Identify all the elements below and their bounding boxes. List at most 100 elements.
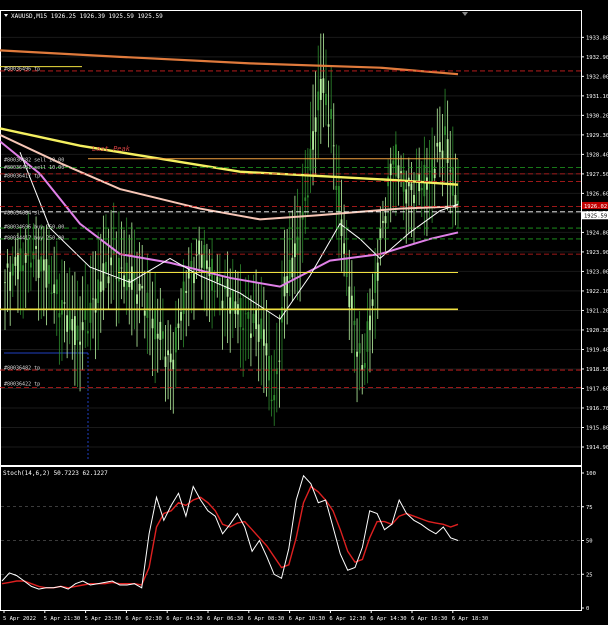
candle-body: [55, 279, 58, 295]
candle-body: [37, 259, 40, 278]
candle-body: [79, 341, 81, 345]
candle-body: [32, 251, 35, 260]
candle-body: [151, 318, 154, 329]
time-label: 6 Apr 14:30: [370, 616, 406, 622]
candle-body: [86, 331, 89, 334]
price-label: 1928.40: [586, 152, 608, 158]
candle-body: [84, 309, 87, 320]
collapse-triangle-icon[interactable]: [4, 14, 8, 17]
price-label: 1930.20: [586, 113, 608, 119]
candle-body: [76, 325, 79, 341]
candle-body: [231, 289, 234, 312]
price-label: 1929.30: [586, 133, 608, 139]
candle-body: [255, 309, 257, 330]
candle-body: [190, 260, 193, 268]
candle-body: [288, 259, 291, 280]
candle-body: [193, 273, 195, 284]
time-label: 6 Apr 10:30: [289, 616, 325, 622]
price-label: 1931.10: [586, 94, 608, 100]
candle-body: [154, 308, 157, 340]
candle-body: [420, 188, 423, 191]
candle-body: [141, 285, 144, 289]
order-label: #80036481 sell 10.00: [4, 165, 64, 171]
candle-body: [423, 164, 426, 197]
price-label: 1926.60: [586, 191, 608, 197]
price-label: 1923.90: [586, 250, 608, 256]
candle-body: [50, 292, 53, 294]
chart-shift-marker[interactable]: [462, 12, 468, 16]
candle-body: [317, 91, 320, 111]
candle-body: [428, 170, 431, 173]
price-label: 1916.70: [586, 406, 608, 412]
candle-body: [174, 327, 177, 353]
time-label: 5 Apr 23:30: [85, 616, 121, 622]
price-label: 1922.10: [586, 289, 608, 295]
candle-body: [216, 276, 219, 282]
stoch-chart-frame: [0, 466, 582, 611]
candle-body: [40, 256, 43, 272]
candle-body: [273, 395, 276, 401]
last-peak-annotation: Last Peak: [92, 145, 131, 153]
candle-body: [356, 351, 358, 357]
candle-body: [89, 302, 92, 323]
candle-body: [384, 216, 387, 224]
candle-body: [314, 117, 317, 132]
price-label: 1915.80: [586, 425, 608, 431]
candle-body: [286, 276, 289, 293]
candle-body: [206, 260, 208, 269]
candle-body: [159, 321, 162, 340]
candle-body: [138, 283, 141, 291]
price-label: 1924.80: [586, 230, 608, 236]
candle-body: [229, 297, 232, 314]
candle-body: [363, 362, 366, 368]
candle-body: [48, 265, 50, 284]
candle-body: [71, 319, 74, 331]
stochastic-title: Stoch(14,6,2) 50.7223 62.1227: [3, 470, 108, 477]
ohlc-values: 1926.25 1926.39 1925.59 1925.59: [50, 13, 163, 20]
candle-body: [35, 246, 37, 249]
candle-body: [374, 272, 377, 293]
candle-body: [6, 263, 9, 268]
price-axis: 1933.80 1932.90 1932.00 1931.10 1930.20 1929.…: [581, 35, 608, 451]
price-label: 1932.00: [586, 74, 608, 80]
candle-body: [335, 185, 338, 190]
stoch-level-label: 100: [586, 471, 596, 477]
candle-body: [61, 300, 63, 315]
candle-body: [66, 315, 69, 332]
candle-body: [283, 276, 286, 297]
candle-body: [130, 266, 133, 290]
candle-body: [68, 310, 71, 330]
candle-body: [444, 126, 446, 136]
order-label: #80036417 tp: [4, 174, 40, 180]
chart-window[interactable]: #80036496 tp #80036482 sell 10.00 #8003648…: [0, 0, 608, 625]
candle-body: [211, 258, 213, 291]
candle-body: [97, 279, 100, 304]
candle-body: [268, 356, 270, 381]
candle-body: [19, 248, 22, 272]
candle-body: [239, 298, 242, 328]
candle-body: [325, 93, 327, 106]
candle-body: [92, 298, 94, 300]
candle-body: [63, 302, 66, 304]
candle-body: [304, 197, 307, 201]
candle-body: [24, 253, 27, 263]
candle-body: [343, 243, 346, 255]
candle-body: [42, 259, 45, 271]
candle-body: [94, 298, 97, 313]
stoch-signal-line: [1, 485, 459, 589]
candles-layer: [4, 33, 459, 426]
candle-body: [29, 262, 32, 268]
candle-body: [353, 320, 356, 326]
candle-body: [73, 316, 76, 345]
candle-body: [366, 321, 369, 352]
candle-body: [164, 356, 167, 368]
candle-body: [213, 290, 216, 292]
price-label: 1932.90: [586, 55, 608, 61]
ma-yellow-line: [0, 127, 459, 186]
symbol-title: XAUUSD,M15: [11, 13, 48, 20]
price-chart[interactable]: #80036496 tp #80036482 sell 10.00 #8003648…: [0, 0, 608, 625]
order-label: #80036482 tp: [4, 365, 40, 371]
candle-body: [410, 183, 413, 191]
candle-body: [438, 142, 441, 152]
order-label: #80034684 sl: [4, 210, 40, 216]
